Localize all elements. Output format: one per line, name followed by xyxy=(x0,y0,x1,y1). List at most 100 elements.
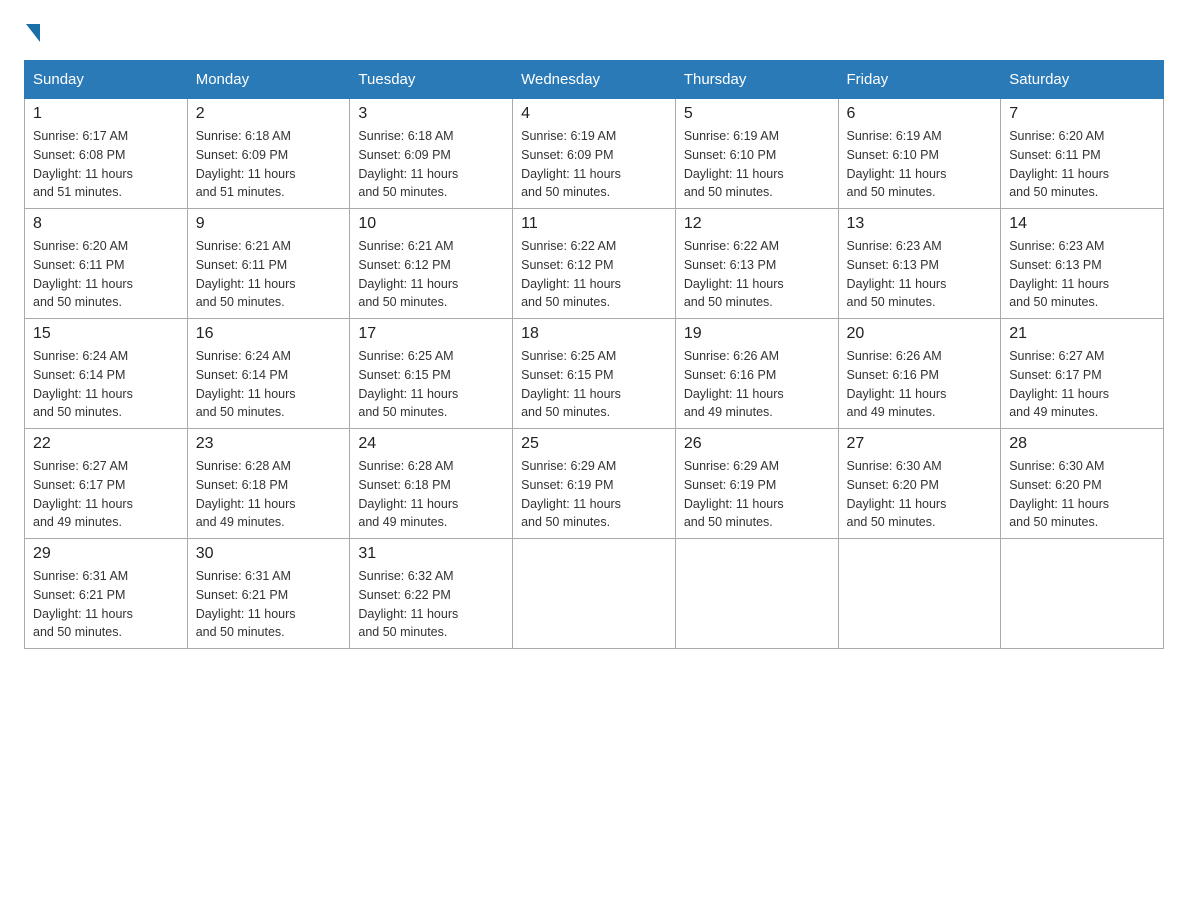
weekday-header-wednesday: Wednesday xyxy=(513,61,676,99)
day-number: 13 xyxy=(847,215,993,233)
day-info: Sunrise: 6:27 AMSunset: 6:17 PMDaylight:… xyxy=(33,459,133,529)
calendar-week-row: 22 Sunrise: 6:27 AMSunset: 6:17 PMDaylig… xyxy=(25,429,1164,539)
day-info: Sunrise: 6:19 AMSunset: 6:09 PMDaylight:… xyxy=(521,129,621,199)
weekday-header-row: SundayMondayTuesdayWednesdayThursdayFrid… xyxy=(25,61,1164,99)
day-info: Sunrise: 6:30 AMSunset: 6:20 PMDaylight:… xyxy=(847,459,947,529)
day-info: Sunrise: 6:28 AMSunset: 6:18 PMDaylight:… xyxy=(196,459,296,529)
weekday-header-saturday: Saturday xyxy=(1001,61,1164,99)
calendar-day-cell: 14 Sunrise: 6:23 AMSunset: 6:13 PMDaylig… xyxy=(1001,209,1164,319)
calendar-week-row: 15 Sunrise: 6:24 AMSunset: 6:14 PMDaylig… xyxy=(25,319,1164,429)
calendar-day-cell: 12 Sunrise: 6:22 AMSunset: 6:13 PMDaylig… xyxy=(675,209,838,319)
day-info: Sunrise: 6:23 AMSunset: 6:13 PMDaylight:… xyxy=(847,239,947,309)
weekday-header-friday: Friday xyxy=(838,61,1001,99)
calendar-day-cell: 30 Sunrise: 6:31 AMSunset: 6:21 PMDaylig… xyxy=(187,539,350,649)
day-number: 16 xyxy=(196,325,342,343)
calendar-day-cell: 22 Sunrise: 6:27 AMSunset: 6:17 PMDaylig… xyxy=(25,429,188,539)
calendar-day-cell: 4 Sunrise: 6:19 AMSunset: 6:09 PMDayligh… xyxy=(513,99,676,209)
calendar-day-cell: 9 Sunrise: 6:21 AMSunset: 6:11 PMDayligh… xyxy=(187,209,350,319)
day-number: 4 xyxy=(521,105,667,123)
day-number: 3 xyxy=(358,105,504,123)
logo xyxy=(24,24,40,40)
day-number: 19 xyxy=(684,325,830,343)
calendar-day-cell: 6 Sunrise: 6:19 AMSunset: 6:10 PMDayligh… xyxy=(838,99,1001,209)
calendar-day-cell xyxy=(838,539,1001,649)
page-header xyxy=(24,24,1164,40)
day-number: 6 xyxy=(847,105,993,123)
day-info: Sunrise: 6:23 AMSunset: 6:13 PMDaylight:… xyxy=(1009,239,1109,309)
day-number: 5 xyxy=(684,105,830,123)
calendar-day-cell: 31 Sunrise: 6:32 AMSunset: 6:22 PMDaylig… xyxy=(350,539,513,649)
day-number: 1 xyxy=(33,105,179,123)
calendar-day-cell: 26 Sunrise: 6:29 AMSunset: 6:19 PMDaylig… xyxy=(675,429,838,539)
day-info: Sunrise: 6:19 AMSunset: 6:10 PMDaylight:… xyxy=(847,129,947,199)
day-number: 20 xyxy=(847,325,993,343)
calendar-day-cell: 21 Sunrise: 6:27 AMSunset: 6:17 PMDaylig… xyxy=(1001,319,1164,429)
day-number: 10 xyxy=(358,215,504,233)
day-info: Sunrise: 6:20 AMSunset: 6:11 PMDaylight:… xyxy=(1009,129,1109,199)
calendar-day-cell: 20 Sunrise: 6:26 AMSunset: 6:16 PMDaylig… xyxy=(838,319,1001,429)
day-info: Sunrise: 6:29 AMSunset: 6:19 PMDaylight:… xyxy=(684,459,784,529)
calendar-day-cell: 16 Sunrise: 6:24 AMSunset: 6:14 PMDaylig… xyxy=(187,319,350,429)
day-info: Sunrise: 6:18 AMSunset: 6:09 PMDaylight:… xyxy=(358,129,458,199)
day-number: 21 xyxy=(1009,325,1155,343)
day-info: Sunrise: 6:22 AMSunset: 6:12 PMDaylight:… xyxy=(521,239,621,309)
day-info: Sunrise: 6:26 AMSunset: 6:16 PMDaylight:… xyxy=(684,349,784,419)
day-info: Sunrise: 6:29 AMSunset: 6:19 PMDaylight:… xyxy=(521,459,621,529)
day-info: Sunrise: 6:28 AMSunset: 6:18 PMDaylight:… xyxy=(358,459,458,529)
calendar-day-cell: 5 Sunrise: 6:19 AMSunset: 6:10 PMDayligh… xyxy=(675,99,838,209)
day-number: 11 xyxy=(521,215,667,233)
calendar-day-cell xyxy=(675,539,838,649)
day-number: 29 xyxy=(33,545,179,563)
day-info: Sunrise: 6:31 AMSunset: 6:21 PMDaylight:… xyxy=(196,569,296,639)
day-number: 23 xyxy=(196,435,342,453)
weekday-header-thursday: Thursday xyxy=(675,61,838,99)
calendar-day-cell: 7 Sunrise: 6:20 AMSunset: 6:11 PMDayligh… xyxy=(1001,99,1164,209)
day-number: 27 xyxy=(847,435,993,453)
day-number: 24 xyxy=(358,435,504,453)
day-info: Sunrise: 6:32 AMSunset: 6:22 PMDaylight:… xyxy=(358,569,458,639)
day-info: Sunrise: 6:20 AMSunset: 6:11 PMDaylight:… xyxy=(33,239,133,309)
calendar-day-cell: 13 Sunrise: 6:23 AMSunset: 6:13 PMDaylig… xyxy=(838,209,1001,319)
calendar-day-cell xyxy=(1001,539,1164,649)
day-info: Sunrise: 6:26 AMSunset: 6:16 PMDaylight:… xyxy=(847,349,947,419)
calendar-day-cell: 10 Sunrise: 6:21 AMSunset: 6:12 PMDaylig… xyxy=(350,209,513,319)
day-number: 18 xyxy=(521,325,667,343)
day-info: Sunrise: 6:17 AMSunset: 6:08 PMDaylight:… xyxy=(33,129,133,199)
day-number: 17 xyxy=(358,325,504,343)
calendar-week-row: 29 Sunrise: 6:31 AMSunset: 6:21 PMDaylig… xyxy=(25,539,1164,649)
day-info: Sunrise: 6:24 AMSunset: 6:14 PMDaylight:… xyxy=(33,349,133,419)
day-number: 7 xyxy=(1009,105,1155,123)
day-number: 30 xyxy=(196,545,342,563)
day-info: Sunrise: 6:18 AMSunset: 6:09 PMDaylight:… xyxy=(196,129,296,199)
calendar-day-cell: 17 Sunrise: 6:25 AMSunset: 6:15 PMDaylig… xyxy=(350,319,513,429)
day-number: 14 xyxy=(1009,215,1155,233)
day-number: 25 xyxy=(521,435,667,453)
day-info: Sunrise: 6:25 AMSunset: 6:15 PMDaylight:… xyxy=(521,349,621,419)
day-info: Sunrise: 6:30 AMSunset: 6:20 PMDaylight:… xyxy=(1009,459,1109,529)
day-info: Sunrise: 6:22 AMSunset: 6:13 PMDaylight:… xyxy=(684,239,784,309)
day-number: 9 xyxy=(196,215,342,233)
calendar-day-cell: 18 Sunrise: 6:25 AMSunset: 6:15 PMDaylig… xyxy=(513,319,676,429)
calendar-day-cell: 3 Sunrise: 6:18 AMSunset: 6:09 PMDayligh… xyxy=(350,99,513,209)
weekday-header-tuesday: Tuesday xyxy=(350,61,513,99)
day-number: 22 xyxy=(33,435,179,453)
calendar-day-cell: 19 Sunrise: 6:26 AMSunset: 6:16 PMDaylig… xyxy=(675,319,838,429)
day-info: Sunrise: 6:31 AMSunset: 6:21 PMDaylight:… xyxy=(33,569,133,639)
calendar-day-cell: 2 Sunrise: 6:18 AMSunset: 6:09 PMDayligh… xyxy=(187,99,350,209)
day-info: Sunrise: 6:21 AMSunset: 6:11 PMDaylight:… xyxy=(196,239,296,309)
day-info: Sunrise: 6:19 AMSunset: 6:10 PMDaylight:… xyxy=(684,129,784,199)
calendar-week-row: 1 Sunrise: 6:17 AMSunset: 6:08 PMDayligh… xyxy=(25,99,1164,209)
calendar-day-cell: 24 Sunrise: 6:28 AMSunset: 6:18 PMDaylig… xyxy=(350,429,513,539)
day-number: 15 xyxy=(33,325,179,343)
calendar-day-cell: 1 Sunrise: 6:17 AMSunset: 6:08 PMDayligh… xyxy=(25,99,188,209)
day-info: Sunrise: 6:25 AMSunset: 6:15 PMDaylight:… xyxy=(358,349,458,419)
calendar-day-cell: 28 Sunrise: 6:30 AMSunset: 6:20 PMDaylig… xyxy=(1001,429,1164,539)
calendar-day-cell: 8 Sunrise: 6:20 AMSunset: 6:11 PMDayligh… xyxy=(25,209,188,319)
calendar-table: SundayMondayTuesdayWednesdayThursdayFrid… xyxy=(24,60,1164,649)
day-info: Sunrise: 6:24 AMSunset: 6:14 PMDaylight:… xyxy=(196,349,296,419)
calendar-day-cell: 15 Sunrise: 6:24 AMSunset: 6:14 PMDaylig… xyxy=(25,319,188,429)
day-number: 8 xyxy=(33,215,179,233)
calendar-day-cell: 23 Sunrise: 6:28 AMSunset: 6:18 PMDaylig… xyxy=(187,429,350,539)
calendar-day-cell: 11 Sunrise: 6:22 AMSunset: 6:12 PMDaylig… xyxy=(513,209,676,319)
weekday-header-monday: Monday xyxy=(187,61,350,99)
